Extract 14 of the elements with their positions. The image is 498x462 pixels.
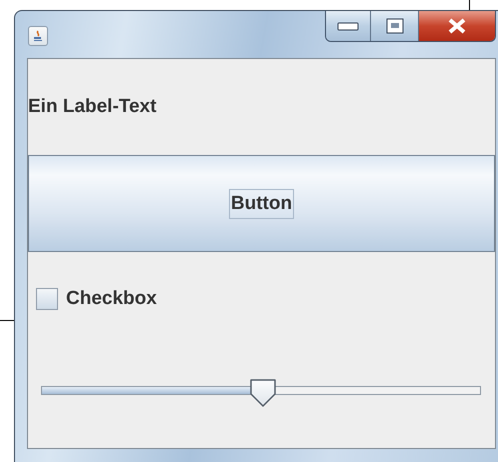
maximize-icon xyxy=(386,18,404,34)
leader-line xyxy=(469,0,470,10)
close-button[interactable] xyxy=(418,11,495,41)
checkbox-label[interactable]: Checkbox xyxy=(66,288,157,310)
slider-thumb[interactable] xyxy=(249,378,278,408)
minimize-button[interactable] xyxy=(326,11,370,41)
button[interactable]: Button xyxy=(28,155,495,252)
label-text: Ein Label-Text xyxy=(28,96,156,118)
checkbox[interactable] xyxy=(36,288,58,310)
close-icon xyxy=(447,18,467,34)
maximize-button[interactable] xyxy=(370,11,418,41)
minimize-icon xyxy=(337,22,359,30)
leader-line xyxy=(0,320,14,321)
coffee-cup-icon xyxy=(28,26,48,46)
